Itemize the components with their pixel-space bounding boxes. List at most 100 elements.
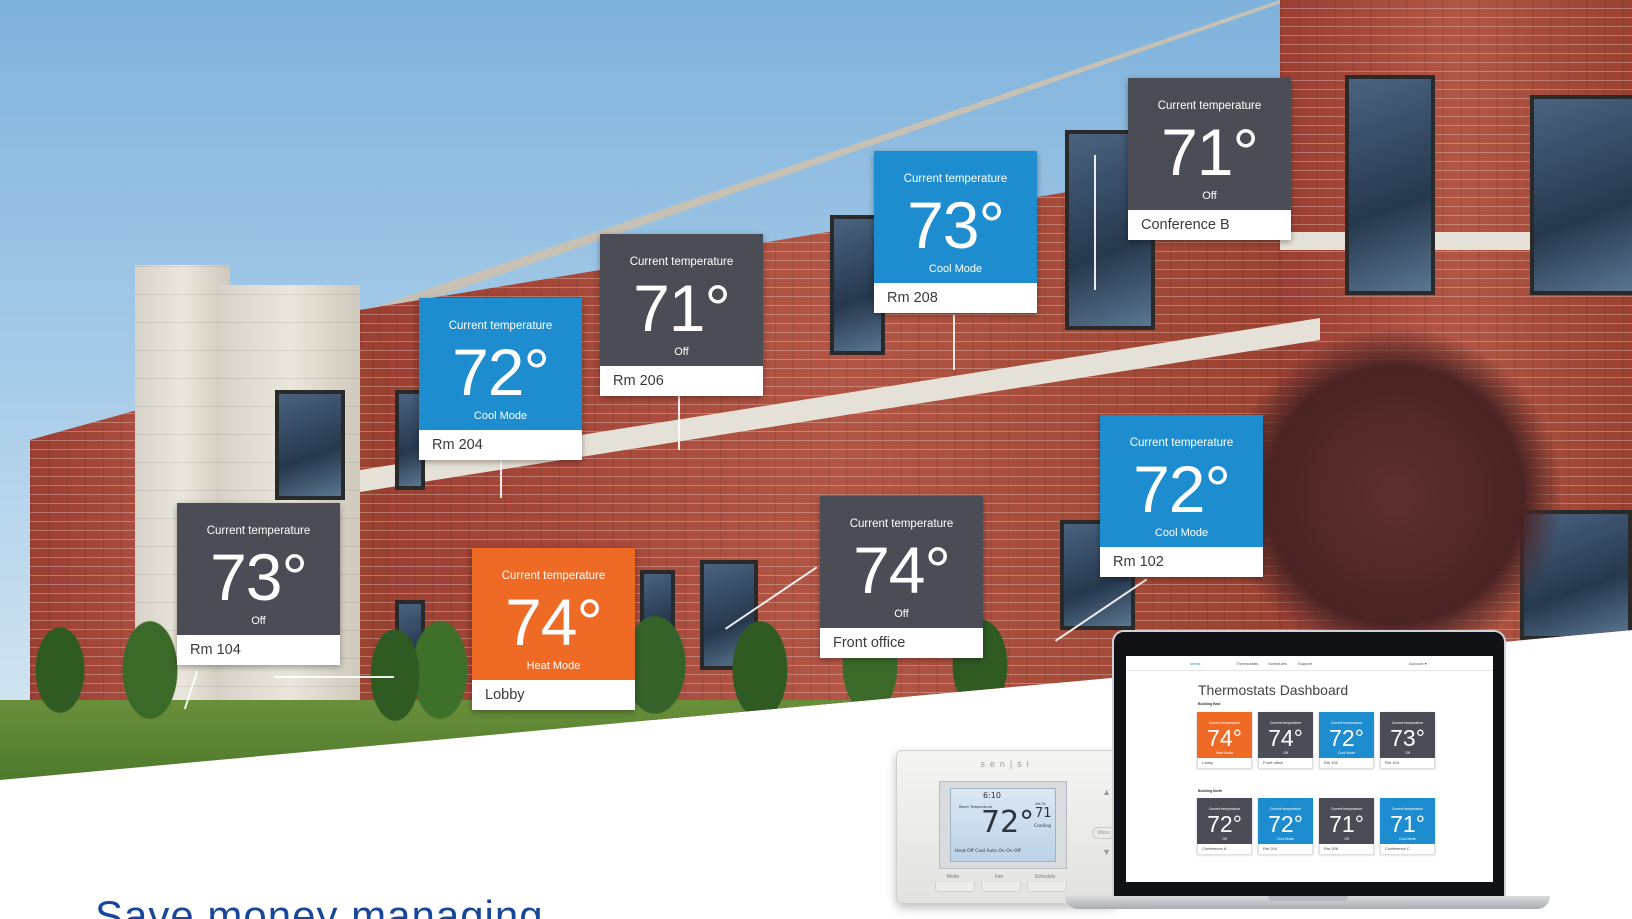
tile-temperature: 72°	[452, 335, 550, 409]
tile-temperature: 72°	[1207, 811, 1242, 837]
tile-status: Current temperature 71° Off	[600, 234, 763, 366]
dashboard-tile[interactable]: Current temperature 73° Off Rm 104	[1380, 712, 1435, 769]
nav-support[interactable]: Support	[1298, 661, 1312, 666]
tile-status: Current temperature 71° Off	[1128, 78, 1291, 210]
tile-status: Current temperature 72° Cool Mode	[1100, 415, 1263, 547]
soft-key-label: Schedule	[1034, 874, 1056, 880]
soft-key-button[interactable]	[935, 882, 975, 892]
thermostat-tile[interactable]: Current temperature 74° Off Front office	[820, 496, 983, 658]
tile-mode: Off	[251, 615, 266, 627]
soft-key-button[interactable]	[981, 882, 1021, 892]
tile-status: Current temperature 73° Cool Mode	[874, 151, 1037, 283]
tile-temperature: 71°	[1329, 811, 1364, 837]
thermostat-device: sen|si 6:10 Room Temperature 72° Set To …	[896, 750, 1118, 904]
tile-temperature: 71°	[633, 271, 731, 345]
group-label: Building East	[1198, 702, 1221, 706]
device-bezel: 6:10 Room Temperature 72° Set To 71 Cool…	[939, 781, 1067, 869]
tile-mode: Off	[674, 346, 689, 358]
tile-mode: Cool Mode	[473, 410, 528, 422]
tile-status: Current temperature 73° Off	[1380, 712, 1435, 758]
tile-status: Current temperature 71° Off	[1319, 798, 1374, 844]
thermostat-tile[interactable]: Current temperature 71° Off Conference B	[1128, 78, 1291, 240]
leader-line	[500, 458, 502, 498]
window	[275, 390, 345, 500]
tile-status: Current temperature 72° Cool Mode	[1319, 712, 1374, 758]
tile-mode: Off	[1202, 190, 1217, 202]
tile-room-name: Rm 208	[874, 283, 1037, 313]
tile-mode: Cool Mode	[1338, 751, 1355, 755]
device-display: 6:10 Room Temperature 72° Set To 71 Cool…	[950, 788, 1056, 862]
tile-mode: Off	[1222, 837, 1227, 841]
thermostat-tile[interactable]: Current temperature 73° Off Rm 104	[177, 503, 340, 665]
nav-thermostats[interactable]: Thermostats	[1236, 661, 1258, 666]
dashboard-tile[interactable]: Current temperature 74° Heat Mode Lobby	[1197, 712, 1252, 769]
leader-line	[274, 676, 394, 678]
tile-mode: Heat Mode	[1215, 751, 1234, 755]
tile-status: Current temperature 74° Off	[1258, 712, 1313, 758]
tile-caption: Current temperature	[206, 525, 311, 537]
tile-room-name: Rm 204	[1258, 844, 1313, 855]
thermostat-tile[interactable]: Current temperature 72° Cool Mode Rm 204	[419, 298, 582, 460]
tile-caption: Current temperature	[1157, 100, 1262, 112]
thermostat-tile[interactable]: Current temperature 73° Cool Mode Rm 208	[874, 151, 1037, 313]
leader-line	[1094, 155, 1096, 290]
window	[1530, 95, 1632, 295]
tile-room-name: Conference A	[1197, 844, 1252, 855]
dashboard-tile[interactable]: Current temperature 72° Cool Mode Rm 204	[1258, 798, 1313, 855]
tile-mode: Heat Mode	[526, 660, 581, 672]
dashboard-tile[interactable]: Current temperature 74° Off Front office	[1258, 712, 1313, 769]
tile-status: Current temperature 72° Off	[1197, 798, 1252, 844]
tile-caption: Current temperature	[1129, 437, 1234, 449]
thermostat-tile[interactable]: Current temperature 71° Off Rm 206	[600, 234, 763, 396]
headline: Save money managing	[95, 892, 544, 919]
dashboard-nav: sen|si Thermostats Schedules Support Acc…	[1126, 656, 1493, 671]
tile-caption: Current temperature	[629, 256, 734, 268]
display-room-temp: 72°	[981, 805, 1035, 840]
tile-mode: Cool Mode	[928, 263, 983, 275]
group-label: Building North	[1198, 789, 1223, 793]
tile-temperature: 72°	[1329, 725, 1364, 751]
tile-status: Current temperature 72° Cool Mode	[1258, 798, 1313, 844]
tile-temperature: 74°	[505, 585, 603, 659]
up-arrow-icon[interactable]: ▲	[1102, 787, 1111, 797]
tile-caption: Current temperature	[849, 518, 954, 530]
leader-line	[678, 395, 680, 450]
tile-temperature: 72°	[1133, 452, 1231, 526]
tile-status: Current temperature 72° Cool Mode	[419, 298, 582, 430]
dashboard-tile[interactable]: Current temperature 72° Off Conference A	[1197, 798, 1252, 855]
tile-mode: Cool Mode	[1399, 837, 1416, 841]
tile-room-name: Rm 104	[177, 635, 340, 665]
thermostat-tile[interactable]: Current temperature 74° Heat Mode Lobby	[472, 548, 635, 710]
tile-temperature: 74°	[853, 533, 951, 607]
soft-key-label: Fan	[994, 874, 1004, 880]
tile-room-name: Rm 206	[1319, 844, 1374, 855]
tile-mode: Off	[1405, 751, 1410, 755]
dashboard-tile[interactable]: Current temperature 72° Cool Mode Rm 102	[1319, 712, 1374, 769]
tile-caption: Current temperature	[448, 320, 553, 332]
tile-mode: Cool Mode	[1154, 527, 1209, 539]
tile-temperature: 74°	[1207, 725, 1242, 751]
dashboard-tile[interactable]: Current temperature 71° Off Rm 206	[1319, 798, 1374, 855]
tile-temperature: 73°	[907, 188, 1005, 262]
tile-room-name: Rm 104	[1380, 758, 1435, 769]
nav-account[interactable]: Account ▾	[1409, 661, 1427, 666]
tile-temperature: 71°	[1390, 811, 1425, 837]
tile-room-name: Front office	[1258, 758, 1313, 769]
tile-room-name: Rm 102	[1100, 547, 1263, 577]
dashboard-logo[interactable]: sen|si	[1190, 661, 1200, 666]
down-arrow-icon[interactable]: ▼	[1102, 847, 1111, 857]
tile-temperature: 72°	[1268, 811, 1303, 837]
display-status: Cooling	[1034, 824, 1051, 829]
tile-temperature: 73°	[210, 540, 308, 614]
tile-status: Current temperature 71° Cool Mode	[1380, 798, 1435, 844]
nav-schedules[interactable]: Schedules	[1268, 661, 1287, 666]
soft-key-button[interactable]	[1027, 882, 1067, 892]
tile-room-name: Rm 206	[600, 366, 763, 396]
tile-caption: Current temperature	[501, 570, 606, 582]
thermostat-tile[interactable]: Current temperature 72° Cool Mode Rm 102	[1100, 415, 1263, 577]
tile-mode: Off	[1283, 751, 1288, 755]
tile-caption: Current temperature	[903, 173, 1008, 185]
dashboard-tile[interactable]: Current temperature 71° Cool Mode Conferenc…	[1380, 798, 1435, 855]
tile-status: Current temperature 74° Heat Mode	[472, 548, 635, 680]
hero-scene: Current temperature 73° Cool Mode Rm 208…	[0, 0, 1632, 919]
